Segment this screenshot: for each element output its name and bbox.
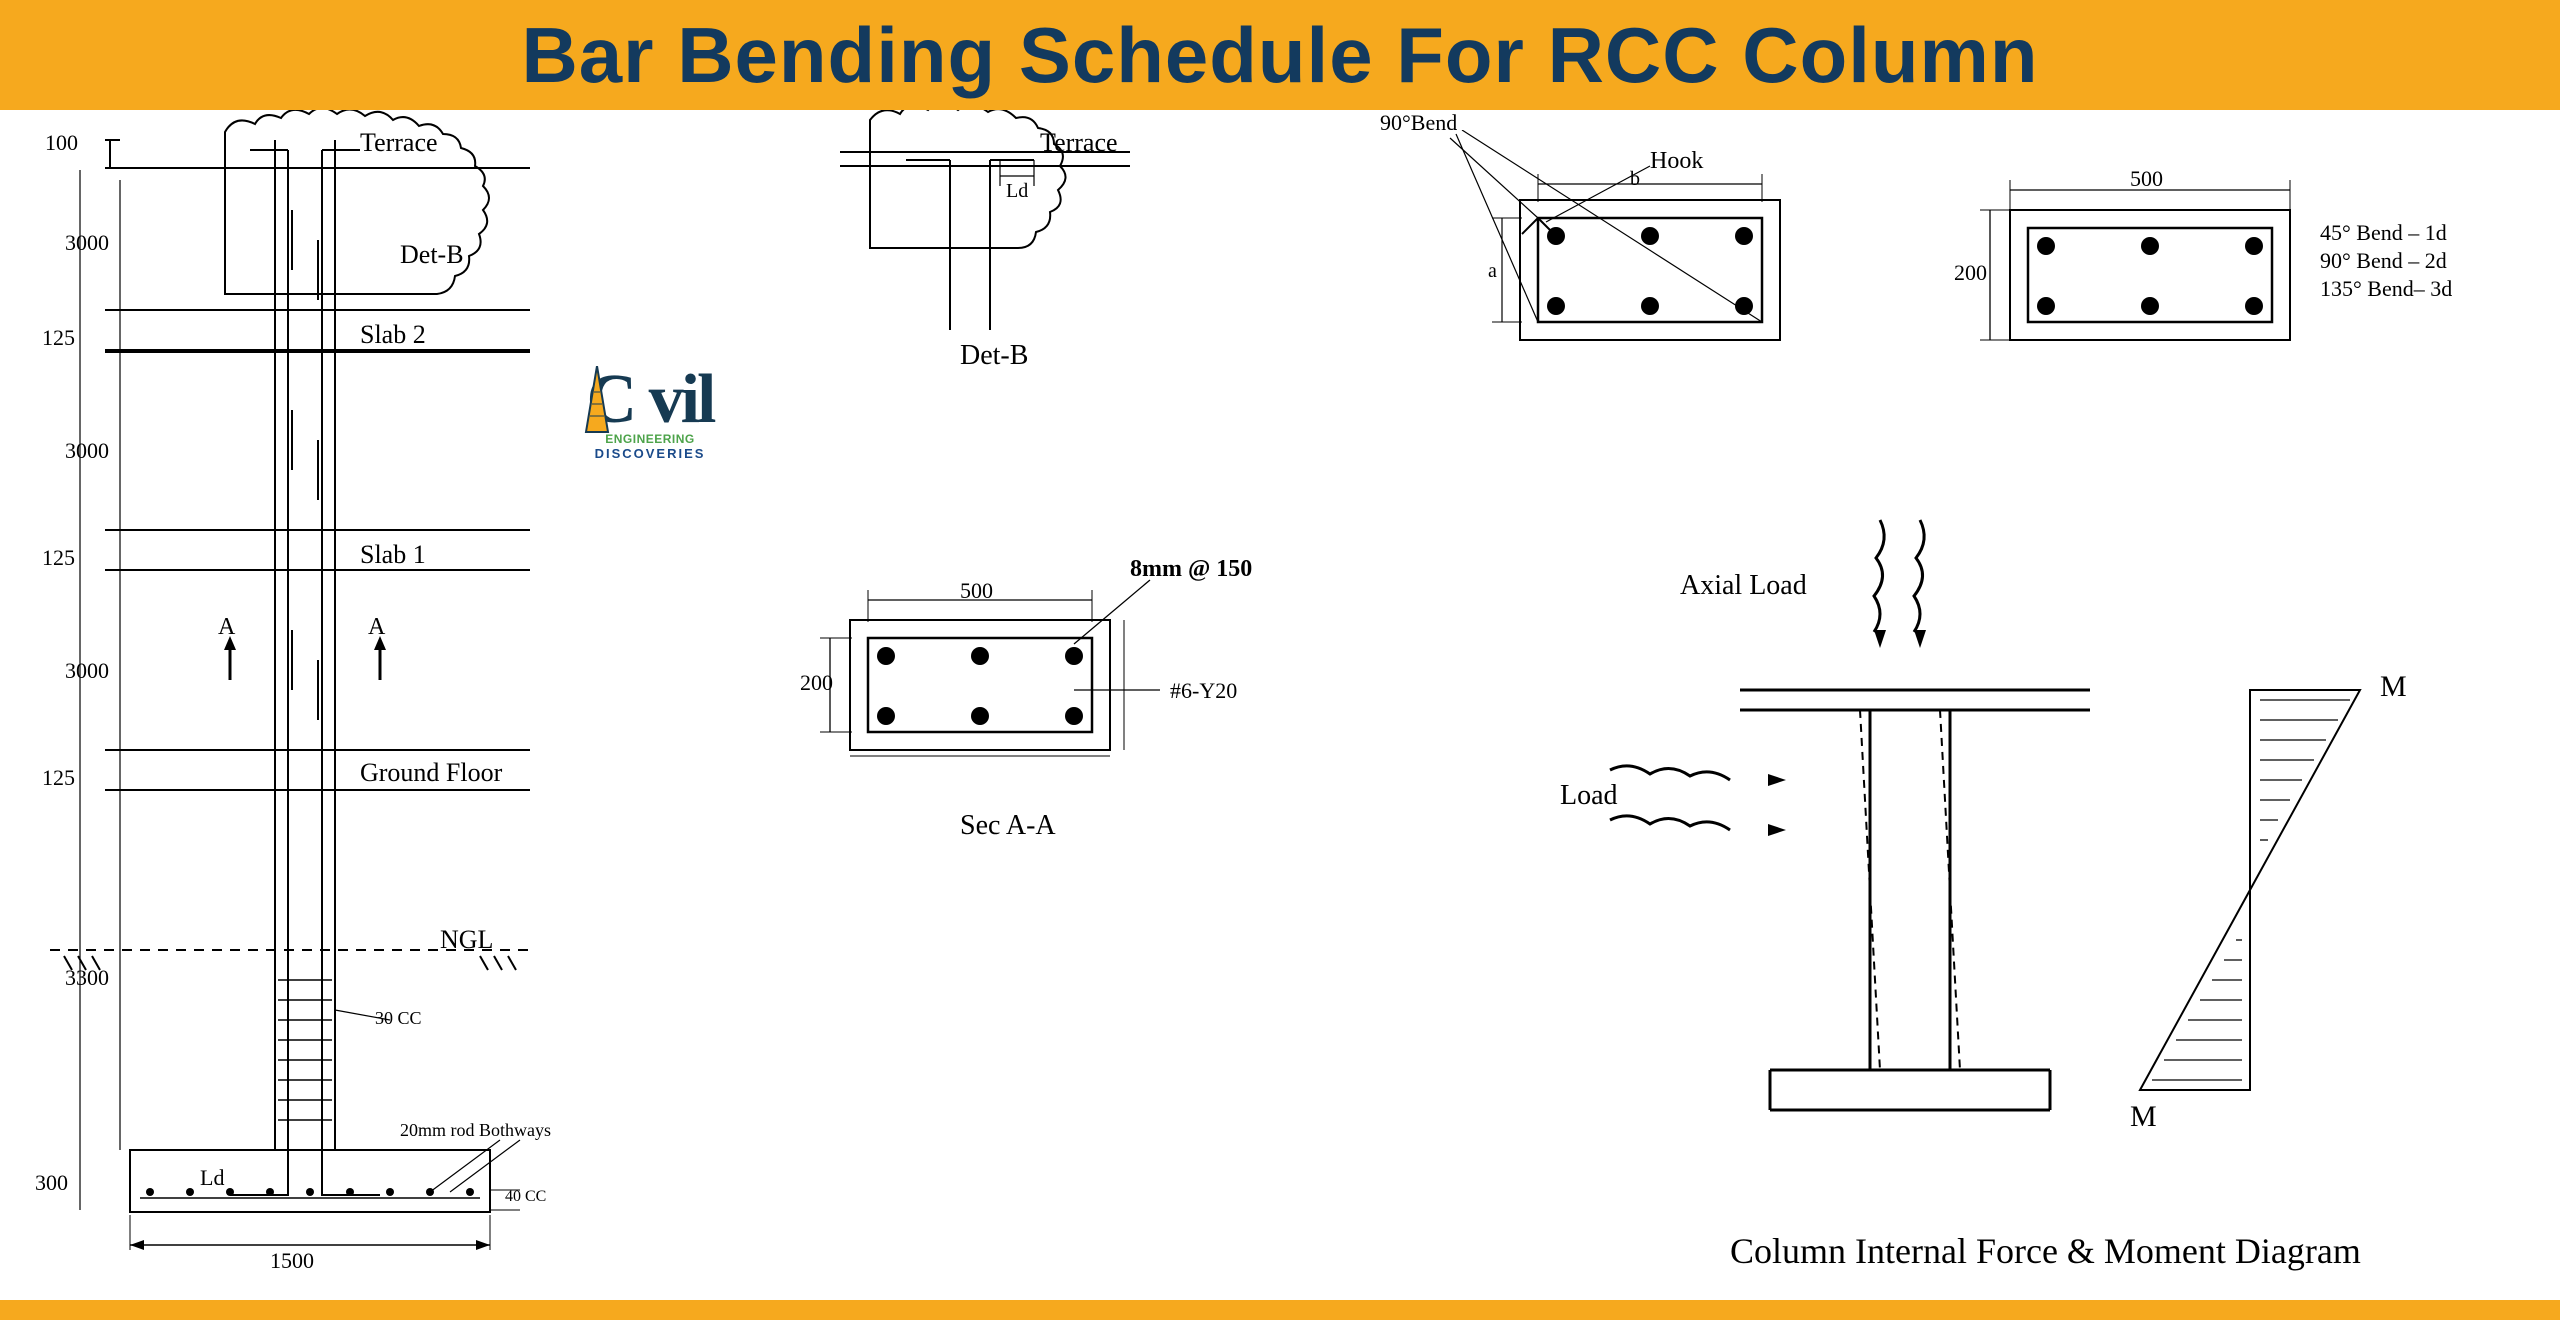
label-ground-floor: Ground Floor (360, 758, 502, 788)
elevation-drawing (20, 110, 580, 1290)
bend-note-3: 135° Bend– 3d (2320, 276, 2452, 302)
hook-dim-b: b (1630, 168, 1640, 191)
label-slab2: Slab 2 (360, 320, 426, 350)
secaa-width: 500 (960, 578, 993, 604)
axial-load-label: Axial Load (1680, 570, 1807, 602)
note-40cc: 40 CC (505, 1188, 546, 1206)
hook-dim-a: a (1488, 260, 1497, 283)
detb-caption: Det-B (960, 340, 1028, 372)
brand-logo: C vil ENGINEERING DISCOVERIES (520, 360, 780, 490)
label-ngl: NGL (440, 925, 493, 955)
secaa-stirrup-note: 8mm @ 150 (1130, 556, 1252, 583)
lateral-load-label: Load (1560, 780, 1618, 812)
moment-m-bot: M (2130, 1100, 2157, 1134)
dimsec-width: 500 (2130, 166, 2163, 192)
dim-span-slab2: 3000 (65, 438, 109, 464)
label-terrace: Terrace (360, 128, 438, 158)
moment-m-top: M (2380, 670, 2407, 704)
bend-note-1: 45° Bend – 1d (2320, 220, 2447, 246)
secaa-rebar-note: #6-Y20 (1170, 678, 1237, 704)
hook-caption: Hook (1650, 148, 1703, 175)
det-b-drawing (800, 110, 1220, 370)
detb-terrace: Terrace (1040, 128, 1118, 158)
footer-bar (0, 1300, 2560, 1320)
hook-bend-label: 90°Bend (1380, 110, 1457, 136)
detb-ld: Ld (1006, 180, 1028, 203)
label-det-b: Det-B (400, 240, 464, 270)
secaa-caption: Sec A-A (960, 810, 1056, 842)
dim-footing-width: 1500 (270, 1248, 314, 1274)
page-title: Bar Bending Schedule For RCC Column (521, 10, 2038, 101)
label-slab1: Slab 1 (360, 540, 426, 570)
label-ld-footing: Ld (200, 1165, 224, 1191)
sec-a-left: A (218, 614, 235, 641)
logo-sub-engineering: ENGINEERING (520, 432, 780, 446)
dim-below-gf: 3300 (65, 965, 109, 991)
sec-a-right: A (368, 614, 385, 641)
dim-span-top: 3000 (65, 230, 109, 256)
diagram-canvas: 100 3000 125 3000 125 3000 125 3300 300 … (0, 110, 2560, 1310)
note-30cc: 30 CC (375, 1008, 422, 1029)
force-moment-drawing (1570, 510, 2470, 1230)
dim-slab2-thk: 125 (42, 325, 75, 351)
dim-span-slab1: 3000 (65, 658, 109, 684)
dim-gf-thk: 125 (42, 765, 75, 791)
dim-footing-thk: 300 (35, 1170, 68, 1196)
force-diagram-caption: Column Internal Force & Moment Diagram (1730, 1230, 2361, 1272)
logo-sub-discoveries: DISCOVERIES (520, 446, 780, 461)
bend-note-2: 90° Bend – 2d (2320, 248, 2447, 274)
note-20mm-rod: 20mm rod Bothways (400, 1120, 551, 1141)
dimsec-height: 200 (1954, 260, 1987, 286)
dim-top-overhang: 100 (45, 130, 78, 156)
dim-slab1-thk: 125 (42, 545, 75, 571)
section-aa-drawing (790, 560, 1230, 840)
secaa-height: 200 (800, 670, 833, 696)
header-bar: Bar Bending Schedule For RCC Column (0, 0, 2560, 110)
